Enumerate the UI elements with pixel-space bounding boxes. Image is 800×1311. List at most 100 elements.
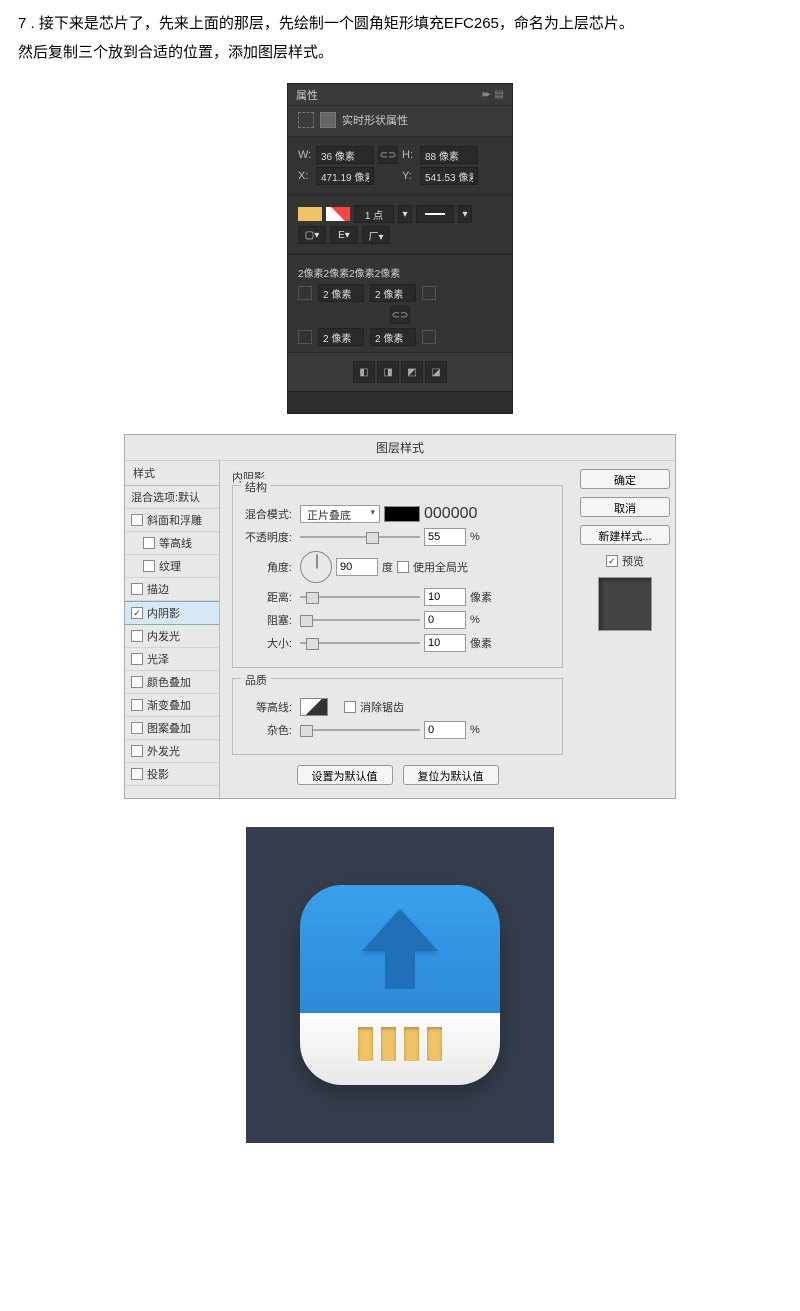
style-drop-shadow[interactable]: 投影 xyxy=(125,763,219,786)
noise-label: 杂色: xyxy=(241,722,296,738)
checkbox-stroke[interactable] xyxy=(131,583,143,595)
preview-checkbox[interactable]: ✓ xyxy=(606,555,618,567)
chip-pin xyxy=(404,1027,419,1061)
checkbox-texture[interactable] xyxy=(143,560,155,572)
pathop-subtract-icon[interactable]: ◨ xyxy=(377,361,399,383)
shape-icon[interactable] xyxy=(320,112,336,128)
radius-bl[interactable] xyxy=(318,328,364,346)
chip-pin xyxy=(427,1027,442,1061)
link-wh-icon[interactable]: ⊂⊃ xyxy=(378,146,398,164)
new-style-button[interactable]: 新建样式... xyxy=(580,525,670,545)
link-radius-icon[interactable]: ⊂⊃ xyxy=(390,306,410,324)
stroke-width-field[interactable]: 1 点 xyxy=(354,205,394,223)
opacity-slider[interactable] xyxy=(300,530,420,544)
style-contour-sub[interactable]: 等高线 xyxy=(125,532,219,555)
pathop-combine-icon[interactable]: ◧ xyxy=(353,361,375,383)
style-inner-glow[interactable]: 内发光 xyxy=(125,625,219,648)
size-slider[interactable] xyxy=(300,636,420,650)
panel-menu-icon[interactable]: ▤ xyxy=(495,89,504,100)
sd-card-bottom xyxy=(300,1013,500,1085)
checkbox-inner-shadow[interactable]: ✓ xyxy=(131,607,143,619)
style-bevel[interactable]: 斜面和浮雕 xyxy=(125,509,219,532)
checkbox-drop-shadow[interactable] xyxy=(131,768,143,780)
style-stroke[interactable]: 描边 xyxy=(125,578,219,601)
corner-bl-icon[interactable] xyxy=(298,330,312,344)
checkbox-gradient-overlay[interactable] xyxy=(131,699,143,711)
opacity-field[interactable] xyxy=(424,528,466,546)
corner-text: 2像素2像素2像素2像素 xyxy=(298,261,502,284)
choke-slider[interactable] xyxy=(300,613,420,627)
align-stroke-dropdown[interactable]: ▢▾ xyxy=(298,226,326,244)
quality-fieldset: 品质 等高线: 消除锯齿 杂色: % xyxy=(232,678,563,755)
stroke-swatch[interactable] xyxy=(326,207,350,221)
choke-field[interactable] xyxy=(424,611,466,629)
cancel-button[interactable]: 取消 xyxy=(580,497,670,517)
join-dropdown[interactable]: 厂▾ xyxy=(362,226,390,244)
style-satin[interactable]: 光泽 xyxy=(125,648,219,671)
distance-slider[interactable] xyxy=(300,590,420,604)
quality-title: 品质 xyxy=(241,672,271,688)
checkbox-color-overlay[interactable] xyxy=(131,676,143,688)
chip-pin xyxy=(381,1027,396,1061)
make-default-button[interactable]: 设置为默认值 xyxy=(297,765,393,785)
angle-label: 角度: xyxy=(241,559,296,575)
style-color-overlay[interactable]: 颜色叠加 xyxy=(125,671,219,694)
style-pattern-overlay[interactable]: 图案叠加 xyxy=(125,717,219,740)
global-light-checkbox[interactable] xyxy=(397,561,409,573)
preview-thumbnail xyxy=(598,577,652,631)
radius-br[interactable] xyxy=(370,328,416,346)
degree-unit: 度 xyxy=(382,559,393,575)
contour-picker[interactable] xyxy=(300,698,328,716)
y-field[interactable] xyxy=(420,167,478,185)
checkbox-bevel[interactable] xyxy=(131,514,143,526)
stroke-dropdown-icon[interactable]: ▾ xyxy=(398,205,412,223)
noise-slider[interactable] xyxy=(300,723,420,737)
fill-swatch[interactable] xyxy=(298,207,322,221)
cap-dropdown[interactable]: E▾ xyxy=(330,226,358,244)
angle-dial[interactable] xyxy=(300,551,332,583)
style-gradient-overlay[interactable]: 渐变叠加 xyxy=(125,694,219,717)
style-inner-shadow[interactable]: ✓内阴影 xyxy=(125,601,219,625)
distance-field[interactable] xyxy=(424,588,466,606)
structure-title: 结构 xyxy=(241,479,271,495)
angle-field[interactable] xyxy=(336,558,378,576)
collapse-arrows-icon[interactable]: ▸▸ xyxy=(483,89,489,100)
antialias-checkbox[interactable] xyxy=(344,701,356,713)
layer-style-dialog: 图层样式 样式 混合选项:默认 斜面和浮雕 等高线 纹理 描边 ✓内阴影 内发光… xyxy=(124,434,676,799)
stroke-style-arrow-icon[interactable]: ▾ xyxy=(458,205,472,223)
dialog-title: 图层样式 xyxy=(125,435,675,461)
preview-label: 预览 xyxy=(622,553,644,569)
noise-field[interactable] xyxy=(424,721,466,739)
stroke-style-dropdown[interactable] xyxy=(416,205,454,223)
checkbox-pattern-overlay[interactable] xyxy=(131,722,143,734)
percent-unit: % xyxy=(470,531,480,543)
corner-br-icon[interactable] xyxy=(422,330,436,344)
checkbox-satin[interactable] xyxy=(131,653,143,665)
pathop-exclude-icon[interactable]: ◪ xyxy=(425,361,447,383)
style-main: 内阴影 结构 混合模式: 正片叠底 000000 不透明度: % xyxy=(220,461,575,798)
style-outer-glow[interactable]: 外发光 xyxy=(125,740,219,763)
blend-mode-select[interactable]: 正片叠底 xyxy=(300,505,380,523)
height-field[interactable] xyxy=(420,146,478,164)
opacity-label: 不透明度: xyxy=(241,529,296,545)
mask-icon[interactable] xyxy=(298,112,314,128)
corner-tr-icon[interactable] xyxy=(422,286,436,300)
pathop-intersect-icon[interactable]: ◩ xyxy=(401,361,423,383)
pixels-unit: 像素 xyxy=(470,589,492,605)
checkbox-outer-glow[interactable] xyxy=(131,745,143,757)
size-field[interactable] xyxy=(424,634,466,652)
checkbox-contour[interactable] xyxy=(143,537,155,549)
corner-tl-icon[interactable] xyxy=(298,286,312,300)
width-field[interactable] xyxy=(316,146,374,164)
global-light-label: 使用全局光 xyxy=(413,559,468,575)
ok-button[interactable]: 确定 xyxy=(580,469,670,489)
checkbox-inner-glow[interactable] xyxy=(131,630,143,642)
radius-tl[interactable] xyxy=(318,284,364,302)
reset-default-button[interactable]: 复位为默认值 xyxy=(403,765,499,785)
color-swatch[interactable] xyxy=(384,506,420,522)
radius-tr[interactable] xyxy=(370,284,416,302)
style-texture[interactable]: 纹理 xyxy=(125,555,219,578)
instruction-line2: 然后复制三个放到合适的位置，添加图层样式。 xyxy=(18,44,333,61)
blend-options-item[interactable]: 混合选项:默认 xyxy=(125,486,219,509)
x-field[interactable] xyxy=(316,167,374,185)
